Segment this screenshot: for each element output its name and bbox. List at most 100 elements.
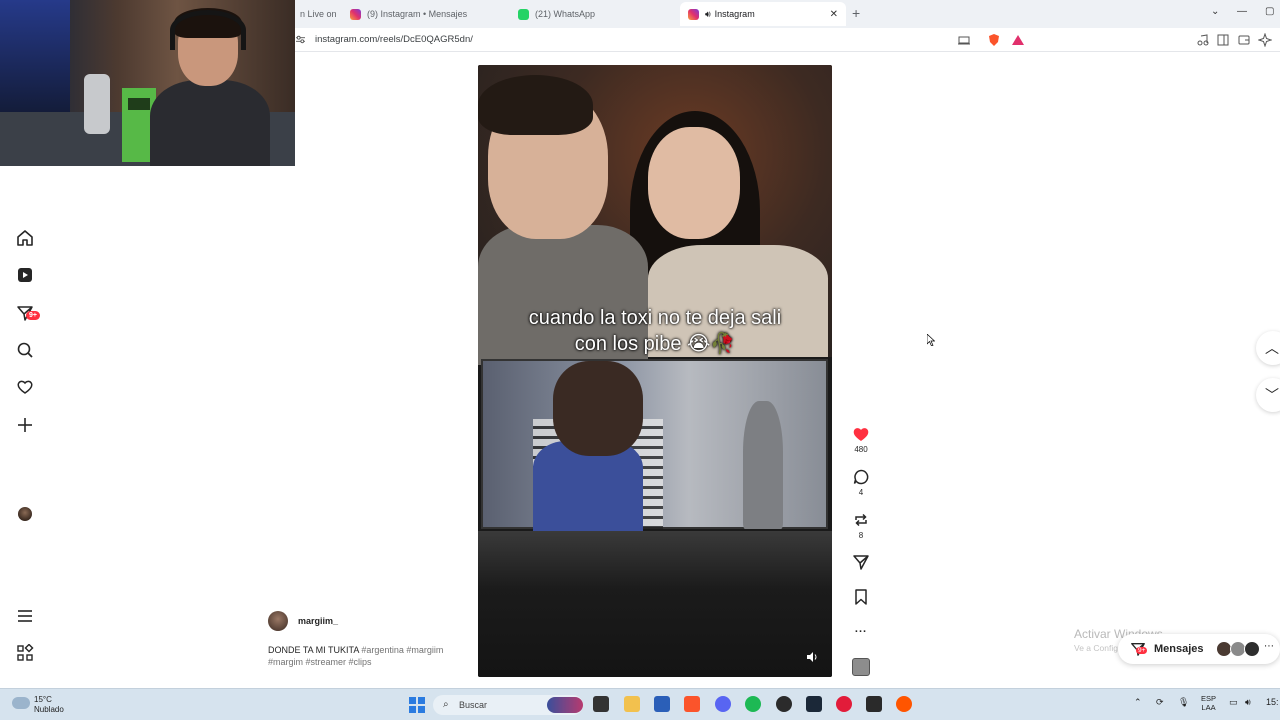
network-icon[interactable]: ▭ <box>1229 697 1238 708</box>
heart-filled-icon <box>853 428 869 441</box>
cast-icon[interactable] <box>957 33 971 47</box>
lang-code: ESP <box>1201 694 1217 703</box>
author-username[interactable]: margiim_ <box>298 616 338 626</box>
chevron-up-icon: ︿ <box>1265 340 1279 356</box>
spotify-icon[interactable] <box>745 696 761 712</box>
brave-shield-icon[interactable] <box>987 33 1001 47</box>
like-button[interactable]: 480 <box>851 425 871 454</box>
speaker-icon: 🔊︎ <box>705 8 711 19</box>
search-highlight-icon <box>547 697 583 713</box>
url-text[interactable]: instagram.com/reels/DcE0QAGR5dn/ <box>315 34 473 45</box>
messages-badge: 9+ <box>26 311 40 320</box>
task-view-icon[interactable] <box>593 696 609 712</box>
leo-ai-icon[interactable] <box>1258 33 1272 47</box>
clock[interactable]: 15: <box>1266 697 1279 707</box>
maximize-button[interactable]: ▢ <box>1265 6 1274 17</box>
profile-avatar[interactable] <box>18 507 32 521</box>
messages-bar-badge: 9+ <box>1136 647 1148 654</box>
search-icon: ⌕ <box>443 699 449 710</box>
menu-icon[interactable] <box>16 607 34 625</box>
discord-icon[interactable] <box>715 696 731 712</box>
tab-label: (21) WhatsApp <box>535 9 596 19</box>
more-dots-icon: ⋯ <box>1264 641 1274 652</box>
tab-label: Instagram <box>714 9 755 19</box>
share-button[interactable] <box>851 553 871 571</box>
like-count: 480 <box>854 445 868 454</box>
create-plus-icon[interactable] <box>16 416 34 434</box>
video-boy-hair <box>478 75 593 135</box>
meme-mannequin <box>743 401 783 529</box>
steam-icon[interactable] <box>806 696 822 712</box>
instagram-icon <box>688 8 699 20</box>
apps-grid-icon[interactable] <box>16 643 34 662</box>
heart-icon[interactable] <box>16 378 34 396</box>
cloud-icon <box>12 697 30 709</box>
more-options-button[interactable]: ... <box>851 623 871 635</box>
microphone-icon[interactable]: 🎙︎ <box>1178 697 1189 708</box>
video-dark-area <box>478 531 832 677</box>
epic-games-icon[interactable] <box>866 696 882 712</box>
sidebar-toggle-icon[interactable] <box>1216 33 1230 47</box>
reel-video[interactable]: cuando la toxi no te deja sali con los p… <box>478 65 832 677</box>
store-icon[interactable] <box>654 696 670 712</box>
tab-whatsapp[interactable]: (21) WhatsApp <box>510 2 678 26</box>
home-icon[interactable] <box>16 229 34 247</box>
author-avatar[interactable] <box>268 611 288 631</box>
brave-icon[interactable] <box>684 696 700 712</box>
reel-description: DONDE TA MI TUKITA #argentina #margiim #… <box>268 644 468 668</box>
messages-bar[interactable]: 9+ Mensajes ⋯ <box>1118 634 1280 664</box>
caption-line: con los pibe 😭🥀 <box>574 333 736 355</box>
windows-start-icon[interactable] <box>409 697 425 713</box>
meme-character-head <box>553 361 643 456</box>
obs-icon[interactable] <box>776 696 792 712</box>
description-text: DONDE TA MI TUKITA <box>268 645 359 655</box>
caption-line: cuando la toxi no te deja sali <box>528 307 782 329</box>
save-button[interactable] <box>851 588 871 606</box>
weather-desc: Nublado <box>34 705 64 714</box>
tab-label: (9) Instagram • Mensajes <box>367 9 468 19</box>
search-icon[interactable] <box>16 341 34 359</box>
instagram-icon <box>350 8 361 20</box>
tray-chevron-up-icon[interactable]: ⌃ <box>1134 697 1142 708</box>
close-tab-icon[interactable]: ✕ <box>830 9 838 20</box>
share-icon <box>853 555 869 570</box>
volume-icon[interactable] <box>806 651 818 663</box>
messages-bar-label: Mensajes <box>1154 643 1204 655</box>
weather-widget[interactable]: 15°C Nublado <box>34 695 64 715</box>
whatsapp-icon <box>518 8 529 20</box>
audio-thumbnail[interactable] <box>852 658 870 676</box>
wallet-icon[interactable] <box>1237 33 1251 47</box>
comment-count: 4 <box>858 488 864 497</box>
comment-button[interactable]: 4 <box>851 468 871 497</box>
language-indicator[interactable]: ESP LAA <box>1201 694 1216 712</box>
chevron-down-icon[interactable]: ⌄ <box>1211 6 1219 17</box>
video-girl-face <box>648 127 740 239</box>
video-frame-meme <box>481 359 828 531</box>
next-reel-button[interactable]: ﹀ <box>1256 378 1280 412</box>
weather-temp: 15°C <box>34 695 52 704</box>
taskbar-search[interactable]: ⌕ Buscar <box>433 695 583 715</box>
new-tab-button[interactable]: + <box>852 5 860 21</box>
hashtags[interactable]: #argentina #margiim <box>359 645 443 655</box>
site-settings-icon[interactable] <box>296 35 305 44</box>
repost-count: 8 <box>858 531 864 540</box>
tab-instagram-mensajes[interactable]: (9) Instagram • Mensajes <box>342 2 510 26</box>
volume-icon[interactable]: 🔊︎ <box>1245 697 1251 708</box>
red-app-icon[interactable] <box>836 696 852 712</box>
tab-instagram-active[interactable]: 🔊︎ Instagram ✕ <box>680 2 846 26</box>
sync-icon[interactable]: ⟳ <box>1156 697 1164 708</box>
minimize-button[interactable]: — <box>1237 6 1247 17</box>
hashtags[interactable]: #margim #streamer #clips <box>268 657 372 667</box>
brave-rewards-icon[interactable] <box>1011 33 1025 47</box>
soundcloud-icon[interactable] <box>896 696 912 712</box>
file-explorer-icon[interactable] <box>624 696 640 712</box>
music-icon[interactable] <box>1196 33 1210 47</box>
lang-layout: LAA <box>1201 703 1216 712</box>
webcam-headset <box>170 10 246 50</box>
previous-reel-button[interactable]: ︿ <box>1256 331 1280 365</box>
mouse-cursor <box>927 334 935 346</box>
repost-button[interactable]: 8 <box>851 511 871 540</box>
tab-live[interactable]: n Live on <box>292 2 342 26</box>
reels-icon[interactable] <box>16 266 34 284</box>
tab-label: n Live on <box>300 9 337 19</box>
